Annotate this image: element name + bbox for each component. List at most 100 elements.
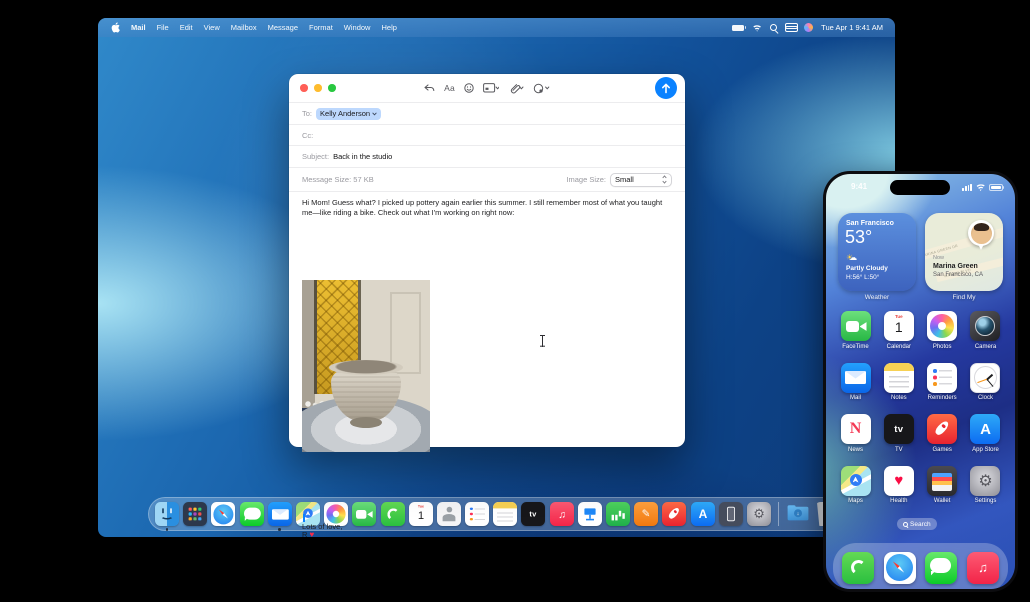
dock-icon-finder[interactable]: [155, 502, 179, 531]
image-size-select[interactable]: Small: [610, 172, 672, 187]
app-wallet[interactable]: Wallet: [926, 465, 959, 504]
mail-compose-window: Aa To: Kelly Anderson Cc: Subject: Back …: [289, 74, 685, 537]
body-paragraph: Hi Mom! Guess what? I picked up pottery …: [302, 198, 663, 217]
dock-divider: [778, 502, 780, 526]
dock-icon-phone[interactable]: [380, 502, 405, 526]
menu-bar: Mail File Edit View Mailbox Message Form…: [98, 18, 895, 37]
menu-file[interactable]: File: [157, 23, 169, 32]
app-mail[interactable]: Mail: [839, 362, 872, 401]
app-calendar[interactable]: Tue 1 Calendar: [882, 311, 915, 350]
findmy-widget[interactable]: MARINA GREEN DR MARINA BLVD Now Marina G…: [925, 213, 1003, 291]
app-clock[interactable]: Clock: [969, 362, 1002, 401]
dock-icon-tv[interactable]: tv: [521, 502, 546, 526]
undo-icon[interactable]: [424, 83, 435, 93]
search-icon: [903, 521, 908, 527]
dock-icon-messages[interactable]: [239, 502, 264, 526]
to-field[interactable]: To: Kelly Anderson: [289, 102, 685, 124]
dock-icon-safari[interactable]: [211, 502, 236, 526]
battery-icon: [989, 183, 1005, 191]
message-size: Message Size: 57 KB: [302, 175, 374, 184]
ibeam-cursor: [539, 334, 546, 348]
phone-dock-icon-music[interactable]: ♫: [966, 551, 999, 584]
insert-photo-icon[interactable]: [533, 83, 550, 94]
phone-dock-icon-safari[interactable]: [883, 551, 916, 584]
app-camera[interactable]: Camera: [969, 311, 1002, 350]
search-icon[interactable]: [770, 24, 778, 31]
phone-time: 9:41: [851, 182, 868, 191]
spotlight-search-pill[interactable]: Search: [897, 518, 937, 530]
dock-icon-contacts[interactable]: [436, 502, 461, 526]
apple-menu-icon[interactable]: [111, 22, 120, 33]
battery-icon[interactable]: [732, 24, 747, 31]
dock-icon-mail[interactable]: [267, 502, 292, 531]
stepper-chevrons-icon: [662, 175, 667, 184]
app-app-store[interactable]: A App Store: [969, 414, 1002, 453]
weather-hi-lo: H:56° L:50°: [846, 274, 880, 281]
dock-icon-numbers[interactable]: [606, 502, 630, 526]
siri-icon[interactable]: [804, 23, 814, 32]
menu-mailbox[interactable]: Mailbox: [231, 23, 257, 32]
app-reminders[interactable]: Reminders: [926, 362, 959, 401]
dock-icon-pages[interactable]: ✎: [634, 502, 659, 526]
dock-icon-notes[interactable]: [493, 502, 518, 526]
home-screen-grid: FaceTime Tue 1 Calendar Photos Camera Mail…: [839, 311, 1002, 517]
app-facetime[interactable]: FaceTime: [839, 311, 872, 350]
macos-desktop: Mail File Edit View Mailbox Message Form…: [98, 18, 895, 537]
minimize-button[interactable]: [314, 84, 322, 92]
dock-icon-settings[interactable]: ⚙: [746, 502, 771, 526]
app-tv[interactable]: tv TV: [882, 414, 915, 453]
dock-icon-facetime[interactable]: [352, 502, 377, 526]
menu-clock[interactable]: Tue Apr 1 9:41 AM: [821, 23, 883, 32]
phone-dock-icon-messages[interactable]: [925, 551, 958, 584]
weather-temp: 53°: [845, 227, 873, 247]
menu-edit[interactable]: Edit: [180, 23, 193, 32]
dock-icon-downloads[interactable]: ↓: [786, 502, 810, 526]
pottery-photo[interactable]: [302, 280, 430, 452]
menu-message[interactable]: Message: [268, 23, 298, 32]
format-button[interactable]: Aa: [444, 83, 455, 93]
dock-icon-games[interactable]: [662, 502, 687, 526]
attachment-icon[interactable]: [508, 83, 524, 94]
dock-icon-keynote[interactable]: [577, 502, 602, 526]
control-center-icon[interactable]: [785, 23, 799, 32]
app-games[interactable]: Games: [926, 414, 959, 453]
dock-icon-iphone-mirroring[interactable]: [718, 502, 743, 526]
dock-icon-music[interactable]: ♫: [549, 502, 574, 526]
app-photos[interactable]: Photos: [926, 311, 959, 350]
emoji-icon[interactable]: [464, 83, 474, 93]
subject-field[interactable]: Subject: Back in the studio: [289, 145, 685, 167]
menu-help[interactable]: Help: [381, 23, 396, 32]
recipient-token[interactable]: Kelly Anderson: [316, 107, 382, 120]
dock: Tue 1 tv ♫ ✎ A ⚙ ↓: [148, 497, 846, 531]
to-label: To:: [302, 109, 313, 118]
wifi-icon[interactable]: [752, 24, 763, 32]
menu-window[interactable]: Window: [344, 23, 371, 32]
dock-icon-calendar[interactable]: Tue 1: [408, 502, 433, 526]
message-body[interactable]: Hi Mom! Guess what? I picked up pottery …: [289, 191, 685, 537]
send-button[interactable]: [655, 77, 677, 99]
app-notes[interactable]: Notes: [882, 362, 915, 401]
app-news[interactable]: N News: [839, 414, 872, 453]
phone-dock-icon-phone[interactable]: [842, 551, 874, 584]
dock-icon-reminders[interactable]: [465, 502, 490, 526]
partly-cloudy-icon: ☀☁: [846, 253, 858, 262]
cc-field[interactable]: Cc:: [289, 124, 685, 145]
zoom-button[interactable]: [328, 84, 336, 92]
app-maps[interactable]: Maps: [839, 465, 872, 504]
app-settings[interactable]: ⚙ Settings: [969, 465, 1002, 504]
subject-value: Back in the studio: [333, 152, 393, 161]
cc-label: Cc:: [302, 130, 314, 140]
app-health[interactable]: ♥ Health: [882, 465, 915, 504]
menu-format[interactable]: Format: [309, 23, 333, 32]
findmy-place: Marina Green: [933, 263, 978, 270]
close-button[interactable]: [300, 84, 308, 92]
dock-icon-app-store[interactable]: A: [690, 502, 715, 526]
weather-condition: Partly Cloudy: [846, 265, 888, 272]
image-size-value: Small: [615, 175, 634, 184]
menu-view[interactable]: View: [204, 23, 220, 32]
dynamic-island: [890, 180, 950, 195]
dock-icon-launchpad[interactable]: [183, 502, 208, 526]
weather-widget[interactable]: San Francisco 53° ☀☁ Partly Cloudy H:56°…: [838, 213, 916, 291]
header-fields-icon[interactable]: [482, 83, 499, 93]
menu-app-name[interactable]: Mail: [131, 23, 146, 32]
